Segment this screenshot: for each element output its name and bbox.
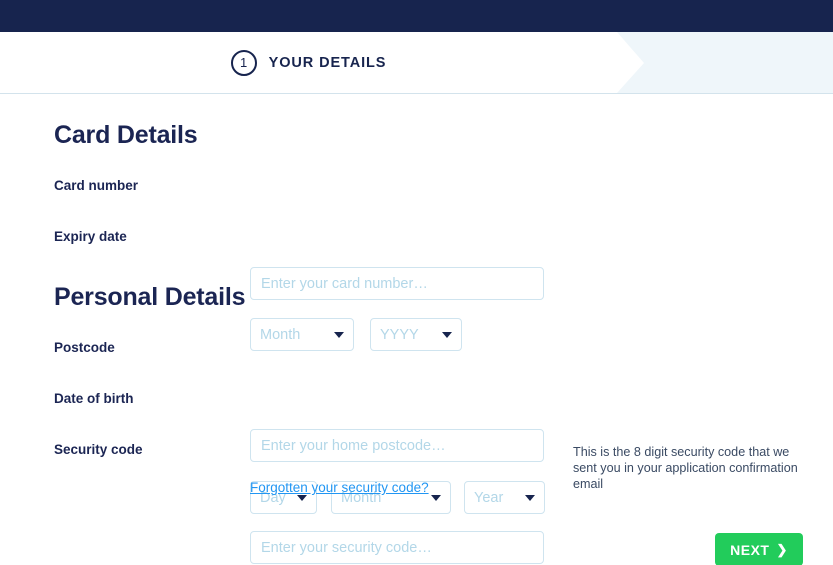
forgotten-security-code-link[interactable]: Forgotten your security code? [250,480,429,495]
label-card-number: Card number [54,178,139,193]
step-number-badge: 1 [230,49,257,76]
expiry-year-value: YYYY [380,326,419,343]
dob-year-value: Year [474,489,504,506]
chevron-down-icon [297,494,307,501]
chevron-down-icon [431,494,441,501]
chevron-down-icon [334,331,344,338]
expiry-month-value: Month [260,326,301,343]
expiry-year-select[interactable]: YYYY [370,318,462,351]
chevron-right-icon: ❯ [776,542,788,557]
step-label: YOUR DETAILS [268,54,387,71]
stepper-tab-your-details[interactable]: 1 YOUR DETAILS [0,32,644,93]
chevron-down-icon [525,494,535,501]
next-button[interactable]: NEXT ❯ [715,533,803,565]
form-content: Card Details Card number Expiry date Mon… [0,94,833,565]
card-number-input[interactable] [250,267,544,300]
security-code-input[interactable] [250,531,544,564]
chevron-down-icon [442,331,452,338]
label-postcode: Postcode [54,340,115,355]
next-button-label: NEXT [730,541,770,558]
postcode-input[interactable] [250,429,544,462]
dob-year-select[interactable]: Year [464,481,545,514]
section-heading-card-details: Card Details [54,121,198,149]
label-date-of-birth: Date of birth [54,391,134,406]
section-heading-personal-details: Personal Details [54,283,246,311]
progress-stepper: 1 YOUR DETAILS [0,32,833,94]
security-code-hint: This is the 8 digit security code that w… [573,445,798,491]
expiry-month-select[interactable]: Month [250,318,354,351]
label-expiry-date: Expiry date [54,229,127,244]
top-navy-bar [0,0,833,32]
label-security-code: Security code [54,442,143,457]
